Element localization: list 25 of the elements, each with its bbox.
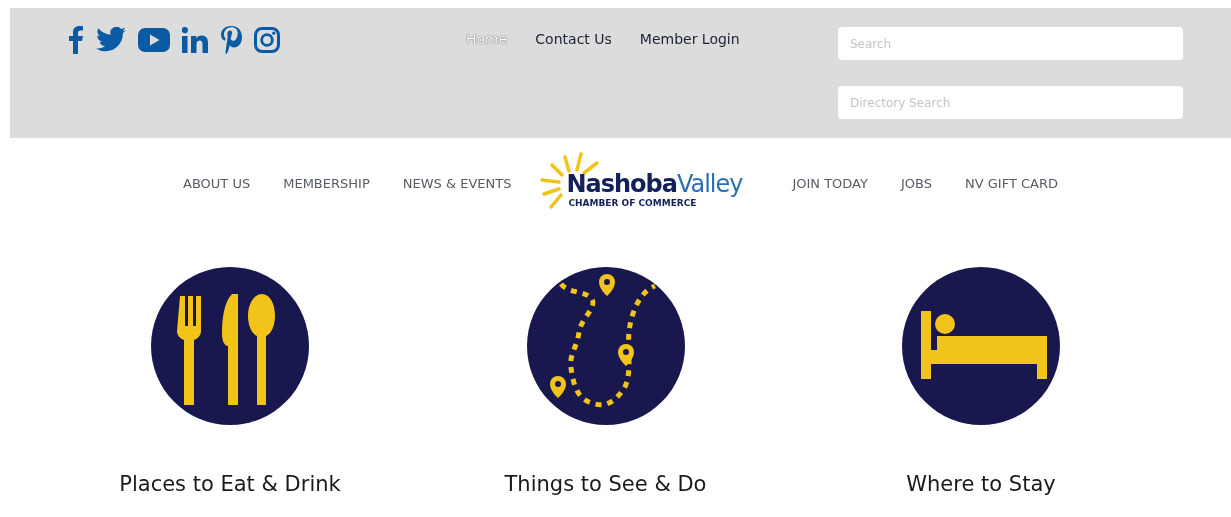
category-label[interactable]: Where to Stay (906, 472, 1056, 496)
linkedin-icon[interactable] (182, 27, 208, 53)
search-field[interactable]: Directory Search (838, 86, 1183, 119)
nav-link[interactable]: Member Login (639, 31, 740, 47)
search-field[interactable]: Search (838, 27, 1183, 60)
logo-wordmark[interactable]: Valley (676, 172, 743, 196)
nav-link[interactable]: JOBS (900, 175, 932, 191)
category-label[interactable]: Places to Eat & Drink (119, 472, 341, 496)
logo-wordmark[interactable]: Nashoba (566, 172, 677, 196)
bed-icon[interactable] (901, 266, 1061, 426)
nav-link[interactable]: NV GIFT CARD (964, 175, 1058, 191)
fork-knife-spoon-icon[interactable] (150, 266, 310, 426)
facebook-icon[interactable] (68, 26, 84, 54)
map-route-icon[interactable] (525, 266, 686, 426)
instagram-icon[interactable] (254, 27, 280, 53)
nav-link[interactable]: Contact Us (535, 31, 612, 47)
video-play-icon[interactable] (138, 28, 170, 52)
nav-link[interactable]: MEMBERSHIP (283, 175, 370, 191)
nav-link[interactable]: ABOUT US (183, 175, 251, 191)
category-label[interactable]: Things to See & Do (504, 472, 707, 496)
pinterest-icon[interactable] (220, 26, 242, 54)
twitter-icon[interactable] (96, 27, 126, 53)
logo-tagline: CHAMBER OF COMMERCE (568, 198, 697, 208)
nav-link[interactable]: NEWS & EVENTS (402, 175, 512, 191)
nav-link[interactable]: JOIN TODAY (792, 175, 868, 191)
